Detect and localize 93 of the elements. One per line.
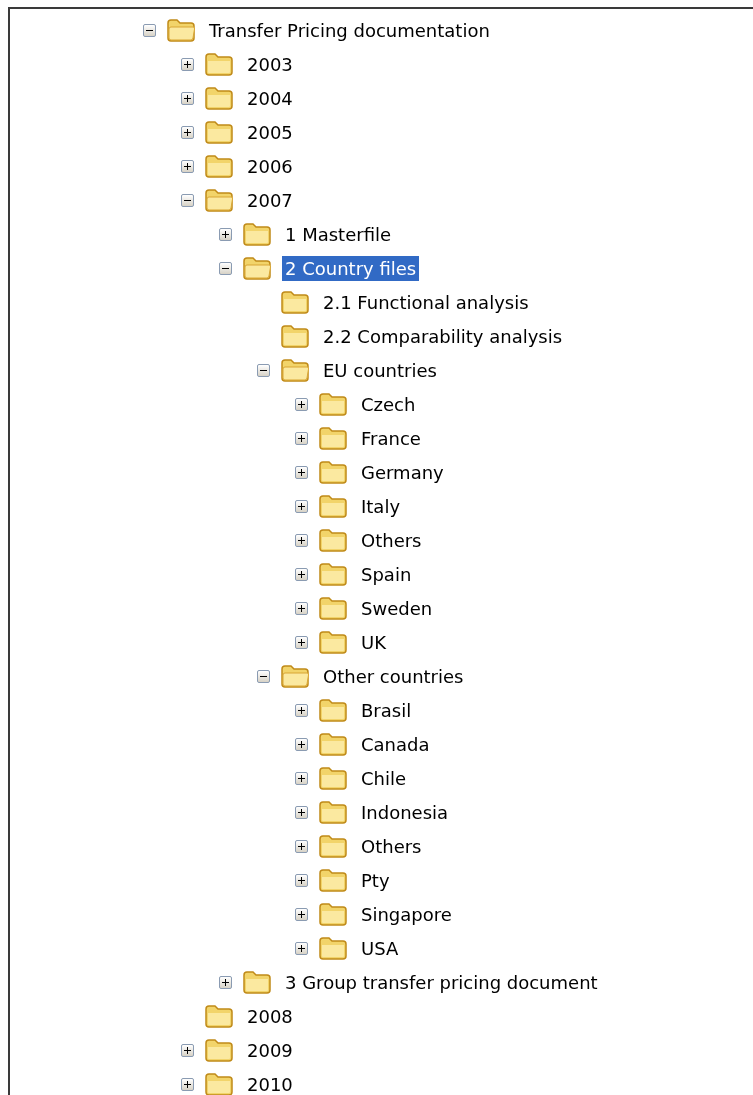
folder-label[interactable]: Singapore — [358, 901, 455, 927]
folder-icon — [204, 1038, 234, 1062]
expand-button[interactable] — [180, 1043, 194, 1057]
expand-button[interactable] — [180, 57, 194, 71]
folder-icon — [318, 902, 348, 926]
folder-icon — [318, 936, 348, 960]
expand-button[interactable] — [294, 397, 308, 411]
folder-icon — [204, 120, 234, 144]
folder-icon — [242, 970, 272, 994]
folder-icon — [242, 222, 272, 246]
folder-label[interactable]: Germany — [358, 459, 447, 485]
folder-icon — [318, 494, 348, 518]
folder-label[interactable]: Other countries — [320, 663, 467, 689]
folder-label[interactable]: Chile — [358, 765, 410, 791]
folder-icon — [280, 324, 310, 348]
folder-label[interactable]: 2008 — [244, 1003, 296, 1029]
folder-icon — [318, 800, 348, 824]
open-folder-icon — [280, 664, 310, 688]
folder-label[interactable]: Sweden — [358, 595, 436, 621]
expand-button[interactable] — [294, 737, 308, 751]
folder-label[interactable]: 2010 — [244, 1071, 296, 1095]
folder-icon — [204, 52, 234, 76]
folder-icon — [204, 1072, 234, 1095]
expand-button[interactable] — [294, 567, 308, 581]
expand-button[interactable] — [180, 125, 194, 139]
expand-button[interactable] — [294, 499, 308, 513]
expand-button[interactable] — [180, 91, 194, 105]
expand-button[interactable] — [294, 431, 308, 445]
folder-label[interactable]: 1 Masterfile — [282, 221, 395, 247]
open-folder-icon — [242, 256, 272, 280]
folder-label[interactable]: Others — [358, 527, 425, 553]
folder-label[interactable]: 2006 — [244, 153, 296, 179]
folder-label[interactable]: Canada — [358, 731, 433, 757]
expand-button[interactable] — [180, 1077, 194, 1091]
folder-icon — [318, 630, 348, 654]
folder-icon — [318, 392, 348, 416]
folder-label[interactable]: 2003 — [244, 51, 296, 77]
expand-button[interactable] — [294, 635, 308, 649]
folder-label[interactable]: USA — [358, 935, 402, 961]
folder-label[interactable]: Italy — [358, 493, 404, 519]
expand-button[interactable] — [294, 703, 308, 717]
folder-label[interactable]: 2007 — [244, 187, 296, 213]
folder-icon — [318, 698, 348, 722]
folder-icon — [318, 868, 348, 892]
folder-label[interactable]: 3 Group transfer pricing document — [282, 969, 601, 995]
folder-icon — [318, 596, 348, 620]
collapse-button[interactable] — [180, 193, 194, 207]
folder-label[interactable]: Others — [358, 833, 425, 859]
open-folder-icon — [204, 188, 234, 212]
folder-label[interactable]: Pty — [358, 867, 393, 893]
folder-icon — [318, 766, 348, 790]
folder-icon — [318, 426, 348, 450]
expand-button[interactable] — [294, 839, 308, 853]
folder-icon — [204, 1004, 234, 1028]
folder-label[interactable]: 2.1 Functional analysis — [320, 289, 532, 315]
folder-label[interactable]: Spain — [358, 561, 415, 587]
open-folder-icon — [166, 18, 196, 42]
folder-icon — [318, 528, 348, 552]
folder-label[interactable]: Indonesia — [358, 799, 452, 825]
folder-icon — [318, 732, 348, 756]
expand-button[interactable] — [294, 465, 308, 479]
expand-button[interactable] — [294, 771, 308, 785]
expand-button[interactable] — [218, 227, 232, 241]
folder-label[interactable]: 2004 — [244, 85, 296, 111]
expand-button[interactable] — [294, 941, 308, 955]
folder-icon — [318, 460, 348, 484]
expand-button[interactable] — [294, 533, 308, 547]
expand-button[interactable] — [218, 975, 232, 989]
folder-icon — [318, 834, 348, 858]
expand-button[interactable] — [180, 159, 194, 173]
collapse-button[interactable] — [256, 669, 270, 683]
folder-label[interactable]: France — [358, 425, 424, 451]
collapse-button[interactable] — [142, 23, 156, 37]
folder-icon — [204, 86, 234, 110]
expand-button[interactable] — [294, 805, 308, 819]
expand-button[interactable] — [294, 873, 308, 887]
folder-label[interactable]: UK — [358, 629, 389, 655]
folder-label[interactable]: EU countries — [320, 357, 440, 383]
open-folder-icon — [280, 358, 310, 382]
folder-label[interactable]: 2009 — [244, 1037, 296, 1063]
folder-label[interactable]: Transfer Pricing documentation — [206, 17, 493, 43]
folder-icon — [318, 562, 348, 586]
expand-button[interactable] — [294, 601, 308, 615]
folder-label[interactable]: Brasil — [358, 697, 415, 723]
collapse-button[interactable] — [256, 363, 270, 377]
expand-button[interactable] — [294, 907, 308, 921]
folder-label[interactable]: Czech — [358, 391, 419, 417]
folder-label[interactable]: 2005 — [244, 119, 296, 145]
folder-label[interactable]: 2 Country files — [282, 255, 420, 281]
folder-label[interactable]: 2.2 Comparability analysis — [320, 323, 566, 349]
folder-icon — [280, 290, 310, 314]
collapse-button[interactable] — [218, 261, 232, 275]
folder-icon — [204, 154, 234, 178]
